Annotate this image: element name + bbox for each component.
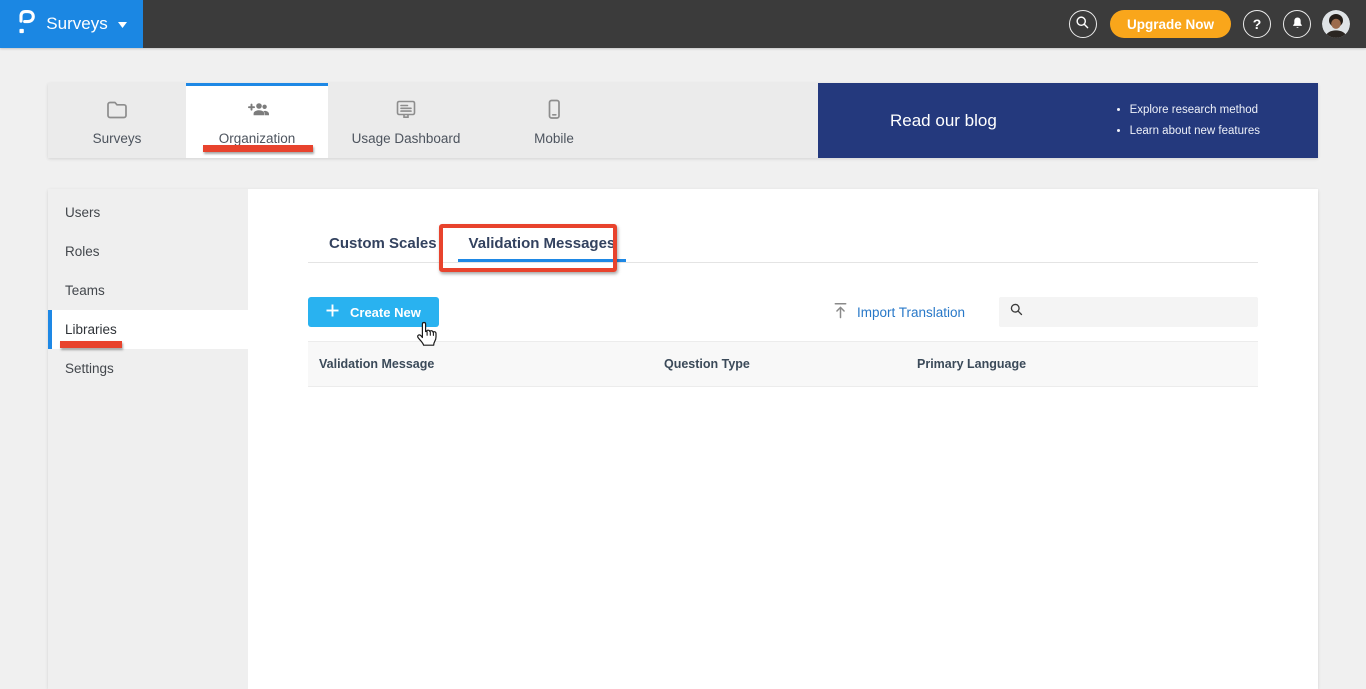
nav-tab-mobile[interactable]: Mobile [484, 83, 624, 158]
search-icon [1074, 14, 1091, 34]
folder-icon [105, 99, 129, 126]
promo-bullet: Learn about new features [1130, 121, 1260, 142]
nav-tab-label: Mobile [534, 131, 574, 146]
upgrade-now-button[interactable]: Upgrade Now [1109, 10, 1231, 38]
search-input[interactable] [1032, 304, 1248, 320]
toolbar-right: Import Translation [833, 297, 1258, 327]
toolbar: Create New Import Translation [308, 297, 1258, 327]
import-translation-label: Import Translation [856, 304, 965, 320]
product-switcher[interactable]: Surveys [0, 0, 143, 48]
create-new-button[interactable]: Create New [308, 297, 439, 327]
mobile-icon [542, 98, 566, 126]
import-icon [833, 302, 848, 322]
plus-icon [326, 304, 339, 320]
promo-bullet: Explore research method [1130, 100, 1260, 121]
sidebar-item-libraries[interactable]: Libraries [48, 310, 248, 349]
create-new-label: Create New [350, 304, 421, 320]
nav-tab-surveys[interactable]: Surveys [48, 83, 186, 158]
libraries-tab-strip: Custom Scales Validation Messages [308, 189, 1258, 263]
table-search-field[interactable] [999, 297, 1258, 327]
column-header-question-type: Question Type [664, 357, 750, 371]
libraries-main-panel: Custom Scales Validation Messages Create… [248, 189, 1318, 689]
promo-title: Read our blog [890, 110, 997, 130]
help-button[interactable]: ? [1243, 10, 1271, 38]
column-header-primary-language: Primary Language [917, 357, 1027, 371]
group-add-icon [244, 99, 270, 126]
app-header: Surveys Upgrade Now ? [0, 0, 1366, 48]
chevron-down-icon [117, 15, 127, 33]
product-name: Surveys [46, 14, 108, 33]
sidebar-item-teams[interactable]: Teams [48, 271, 248, 310]
tab-custom-scales[interactable]: Custom Scales [308, 228, 458, 262]
search-icon [1009, 302, 1024, 322]
nav-tab-usage-dashboard[interactable]: Usage Dashboard [328, 83, 484, 158]
primary-nav-card: Surveys Organization Usage Dashboard Mob… [48, 83, 1318, 158]
bell-icon [1290, 15, 1305, 34]
nav-tab-label: Organization [218, 130, 296, 146]
promo-bullet-list: Explore research method Learn about new … [1114, 100, 1260, 142]
dashboard-icon [394, 98, 418, 126]
organization-sidebar: Users Roles Teams Libraries Settings [48, 189, 248, 689]
primary-nav-tabs: Surveys Organization Usage Dashboard Mob… [48, 83, 818, 158]
notifications-button[interactable] [1283, 10, 1311, 38]
nav-tab-organization[interactable]: Organization [186, 83, 328, 158]
nav-tab-label: Surveys [92, 130, 142, 146]
validation-table-header: Validation Message Question Type Primary… [308, 341, 1258, 387]
content-card: Users Roles Teams Libraries Settings Cus… [48, 189, 1318, 689]
question-mark-icon: ? [1252, 16, 1262, 32]
user-avatar[interactable] [1322, 10, 1350, 38]
brand-logo-icon [16, 8, 36, 41]
header-actions: Upgrade Now ? [1057, 10, 1366, 38]
nav-tab-label: Usage Dashboard [351, 131, 461, 146]
tab-validation-messages[interactable]: Validation Messages [457, 228, 627, 262]
global-search-button[interactable] [1068, 10, 1097, 38]
sidebar-item-settings[interactable]: Settings [48, 349, 248, 388]
column-header-validation-message: Validation Message [319, 357, 435, 371]
sidebar-item-roles[interactable]: Roles [48, 232, 248, 271]
blog-promo-banner[interactable]: Read our blog Explore research method Le… [818, 83, 1318, 158]
sidebar-item-users[interactable]: Users [48, 193, 248, 232]
import-translation-link[interactable]: Import Translation [833, 302, 965, 322]
